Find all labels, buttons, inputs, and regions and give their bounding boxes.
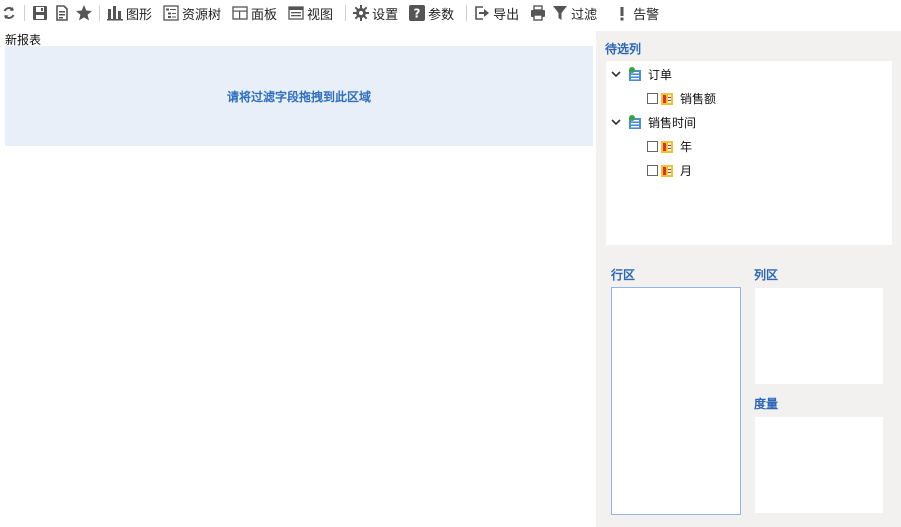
field-panel: 待选列 订单 销售额 销售时间 年 月 行区 列区 度量 xyxy=(596,31,901,527)
column-zone-header: 列区 xyxy=(754,268,779,282)
favorite-button[interactable] xyxy=(75,0,93,26)
panel-button[interactable]: 面板 xyxy=(231,0,283,26)
settings-button[interactable]: 设置 xyxy=(352,0,404,26)
save-button[interactable] xyxy=(31,0,49,26)
export-icon xyxy=(473,4,491,22)
tree-leaf-label: 月 xyxy=(680,163,693,178)
settings-label: 设置 xyxy=(372,7,399,23)
field-checkbox[interactable] xyxy=(647,92,658,104)
filter-label: 过滤 xyxy=(571,7,598,23)
tree-node-label: 订单 xyxy=(648,67,673,82)
table-icon xyxy=(627,114,643,130)
alert-button[interactable]: 告警 xyxy=(613,0,665,26)
filter-drop-zone[interactable]: 请将过滤字段拖拽到此区域 xyxy=(5,46,593,146)
resource-tree-button[interactable]: 资源树 xyxy=(162,0,227,26)
filter-button[interactable]: 过滤 xyxy=(551,0,603,26)
resource-tree-icon xyxy=(162,4,180,22)
tree-leaf-sales-amount[interactable]: 销售额 xyxy=(647,88,716,108)
save-as-icon xyxy=(53,4,71,22)
alert-label: 告警 xyxy=(633,7,660,23)
field-icon xyxy=(659,138,675,154)
print-icon xyxy=(529,4,547,22)
view-button[interactable]: 视图 xyxy=(287,0,339,26)
row-drop-zone[interactable] xyxy=(611,287,741,515)
tree-node-label: 销售时间 xyxy=(648,115,697,130)
question-icon: ? xyxy=(408,4,426,22)
filter-drop-placeholder: 请将过滤字段拖拽到此区域 xyxy=(226,89,371,104)
chevron-down-icon[interactable] xyxy=(610,116,622,128)
measure-zone-header: 度量 xyxy=(754,397,779,411)
tree-leaf-month[interactable]: 月 xyxy=(647,160,692,180)
save-as-button[interactable] xyxy=(53,0,71,26)
panel-icon xyxy=(231,4,249,22)
parameters-button[interactable]: ? 参数 xyxy=(408,0,460,26)
view-icon xyxy=(287,4,305,22)
svg-text:?: ? xyxy=(414,7,421,21)
row-zone-header: 行区 xyxy=(611,268,636,282)
tree-leaf-year[interactable]: 年 xyxy=(647,136,692,156)
candidate-columns-header: 待选列 xyxy=(605,42,642,56)
table-icon xyxy=(627,66,643,82)
field-icon xyxy=(659,162,675,178)
panel-label: 面板 xyxy=(251,7,278,23)
toolbar-divider xyxy=(345,5,347,21)
filter-icon xyxy=(551,4,569,22)
gear-icon xyxy=(352,4,370,22)
tree-node-sales-time[interactable]: 销售时间 xyxy=(610,112,696,132)
parameters-label: 参数 xyxy=(428,7,455,23)
star-icon xyxy=(75,4,93,22)
export-button[interactable]: 导出 xyxy=(473,0,525,26)
field-checkbox[interactable] xyxy=(647,164,658,176)
toolbar-divider xyxy=(99,5,100,21)
column-drop-zone[interactable] xyxy=(755,288,883,384)
print-button[interactable] xyxy=(529,0,547,26)
toolbar: 图形 资源树 面板 视图 设置 ? 参数 导出 过滤 告警 xyxy=(0,0,901,26)
tree-node-order[interactable]: 订单 xyxy=(610,64,672,84)
field-checkbox[interactable] xyxy=(647,140,658,152)
resource-tree-label: 资源树 xyxy=(182,7,222,23)
chart-button[interactable]: 图形 xyxy=(106,0,158,26)
field-icon xyxy=(659,90,675,106)
chart-label: 图形 xyxy=(126,7,153,23)
export-label: 导出 xyxy=(493,7,520,23)
view-label: 视图 xyxy=(307,7,334,23)
save-icon xyxy=(31,4,49,22)
refresh-icon xyxy=(0,4,18,22)
refresh-button[interactable] xyxy=(0,0,18,26)
chevron-down-icon[interactable] xyxy=(610,68,622,80)
candidate-columns-tree: 订单 销售额 销售时间 年 月 xyxy=(606,61,892,245)
alert-icon xyxy=(613,4,631,22)
toolbar-divider xyxy=(466,5,468,21)
measure-drop-zone[interactable] xyxy=(755,417,883,513)
tree-leaf-label: 销售额 xyxy=(680,91,717,106)
tree-leaf-label: 年 xyxy=(680,139,693,154)
toolbar-divider xyxy=(24,5,25,21)
chart-icon xyxy=(106,4,124,22)
